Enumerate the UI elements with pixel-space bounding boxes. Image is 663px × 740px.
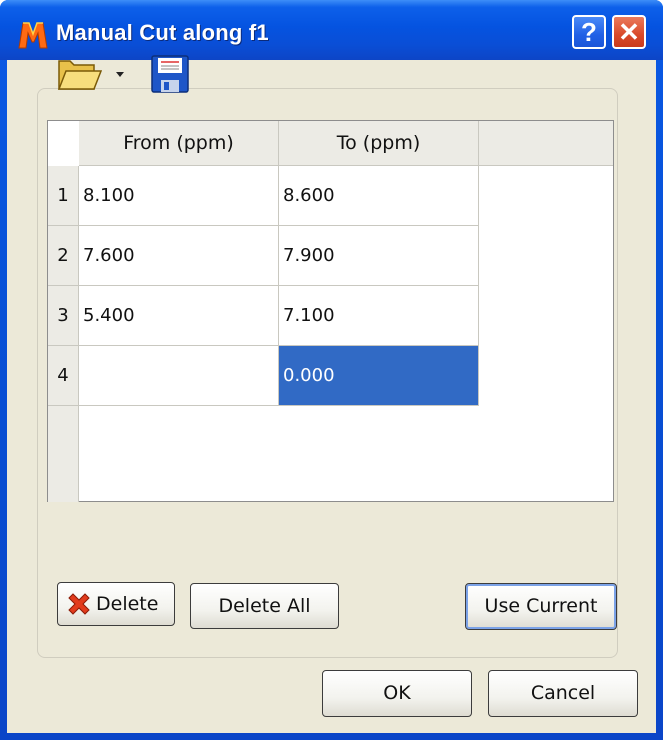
- cell-from-3[interactable]: 5.400: [79, 286, 279, 346]
- cell-to-1[interactable]: 8.600: [279, 166, 479, 226]
- delete-all-button[interactable]: Delete All: [190, 583, 339, 629]
- save-disk-icon[interactable]: [150, 54, 190, 94]
- row-header-3[interactable]: 3: [48, 286, 79, 346]
- row-header-1[interactable]: 1: [48, 166, 79, 226]
- delete-x-icon: [68, 593, 90, 615]
- ppm-range-table[interactable]: From (ppm) To (ppm) 1 8.100 8.600 2 7.60…: [47, 120, 614, 502]
- title-bar[interactable]: Manual Cut along f1 ? ✕: [0, 0, 663, 60]
- help-button[interactable]: ?: [572, 15, 606, 49]
- use-current-button[interactable]: Use Current: [465, 583, 617, 630]
- window-title: Manual Cut along f1: [56, 20, 269, 45]
- cell-to-2[interactable]: 7.900: [279, 226, 479, 286]
- cancel-button[interactable]: Cancel: [488, 670, 638, 717]
- ok-button[interactable]: OK: [322, 670, 472, 717]
- row-header-2[interactable]: 2: [48, 226, 79, 286]
- row-header-4[interactable]: 4: [48, 346, 79, 406]
- column-header-to[interactable]: To (ppm): [279, 121, 479, 166]
- cell-to-4-selected[interactable]: 0.000: [279, 346, 479, 406]
- table-corner: [48, 121, 79, 166]
- cell-from-4[interactable]: [79, 346, 279, 406]
- cell-from-2[interactable]: 7.600: [79, 226, 279, 286]
- cell-to-3[interactable]: 7.100: [279, 286, 479, 346]
- delete-button[interactable]: Delete: [57, 582, 175, 626]
- app-logo-icon: [18, 22, 48, 49]
- folder-open-icon[interactable]: [56, 53, 102, 95]
- cell-from-1[interactable]: 8.100: [79, 166, 279, 226]
- column-header-from[interactable]: From (ppm): [79, 121, 279, 166]
- delete-button-label: Delete: [96, 593, 159, 615]
- column-header-filler: [479, 121, 613, 166]
- dropdown-arrow-icon[interactable]: [116, 72, 124, 77]
- close-button[interactable]: ✕: [612, 15, 646, 49]
